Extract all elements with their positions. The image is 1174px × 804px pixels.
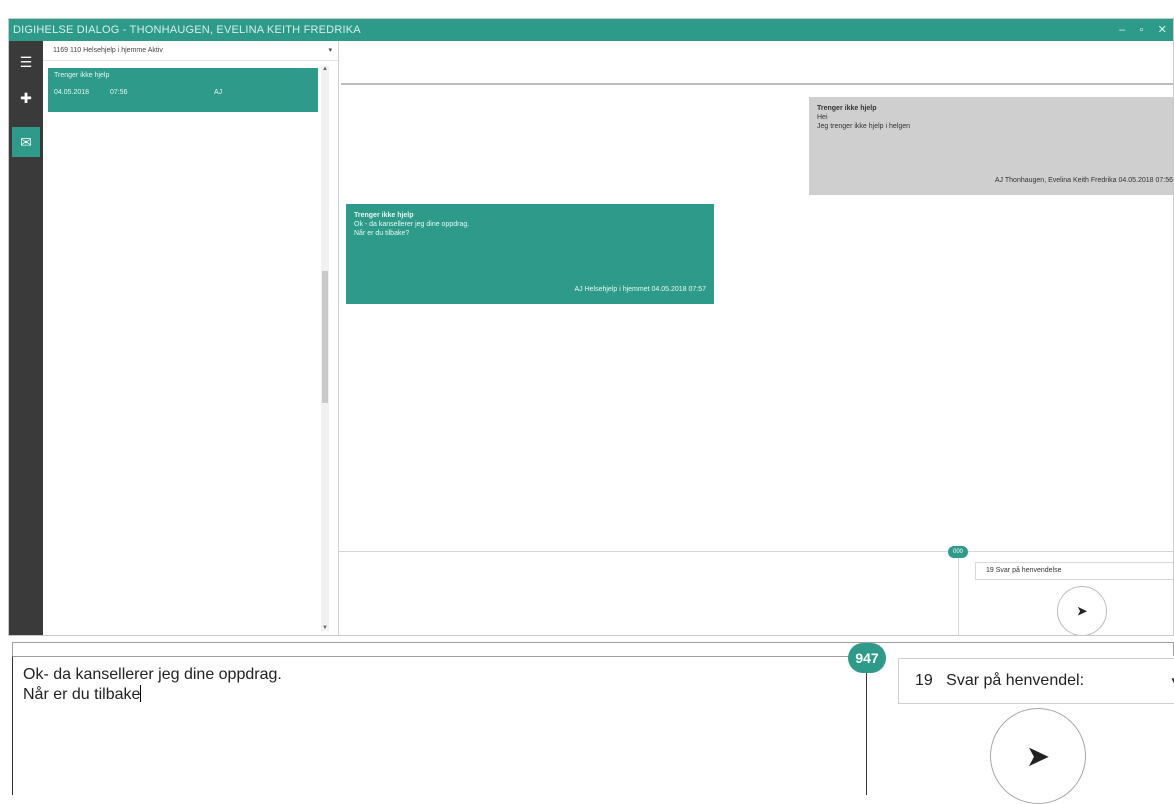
divider [12, 642, 1174, 656]
category-select-zoomed[interactable]: 19 Svar på henvendel: ▾ [898, 658, 1174, 704]
filter-value: 1169 110 Helsehjelp i hjemme Aktiv [53, 47, 163, 54]
conversation-list-item[interactable]: Trenger ikke hjelp 04.05.2018 07:56 AJ [48, 68, 318, 112]
send-button[interactable]: ➤ [1057, 586, 1107, 635]
category-number: 19 [915, 672, 933, 689]
close-icon[interactable]: ✕ [1158, 19, 1167, 41]
input-line: Når er du tilbake [23, 686, 141, 703]
conversation-title: Trenger ikke hjelp [54, 72, 110, 79]
send-icon: ➤ [1076, 604, 1088, 618]
conversation-time: 07:56 [110, 89, 128, 96]
chevron-down-icon: ▾ [328, 47, 332, 54]
category-label: Svar på henvendel: [946, 672, 1085, 689]
outgoing-message: Trenger ikke hjelp Ok - da kansellerer j… [346, 204, 714, 304]
input-line: Ok- da kansellerer jeg dine oppdrag. [23, 666, 282, 683]
list-scrollbar[interactable]: ▲ ▼ [321, 66, 329, 631]
message-input[interactable] [339, 552, 959, 635]
menu-icon[interactable]: ☰ [9, 47, 43, 77]
incoming-message: Trenger ikke hjelp Hei Jeg trenger ikke … [809, 97, 1173, 195]
character-counter: 000 [948, 546, 968, 558]
input-line-with-caret: Når er du tilbake [23, 685, 856, 705]
message-line: Ok - da kansellerer jeg dine oppdrag. [354, 221, 470, 228]
conversation-filter-select[interactable]: 1169 110 Helsehjelp i hjemme Aktiv ▾ [43, 41, 338, 61]
composer: 000 19 Svar på henvendelse ➤ [339, 546, 1173, 635]
text-caret [140, 685, 142, 702]
conversation-list-panel: 1169 110 Helsehjelp i hjemme Aktiv ▾ Tre… [43, 41, 339, 635]
scrollbar-thumb[interactable] [322, 271, 328, 403]
send-icon: ➤ [1027, 740, 1049, 771]
scroll-down-icon[interactable]: ▼ [321, 625, 329, 631]
message-line: Hei [817, 114, 828, 121]
app-window: DIGIHELSE DIALOG - THONHAUGEN, EVELINA K… [8, 18, 1174, 636]
category-select[interactable]: 19 Svar på henvendelse [975, 562, 1173, 580]
message-input-zoomed[interactable]: Ok- da kansellerer jeg dine oppdrag. Når… [12, 656, 867, 795]
messages-icon[interactable]: ✉ [12, 127, 40, 157]
send-button-zoomed[interactable]: ➤ [990, 708, 1086, 804]
message-meta: AJ Thonhaugen, Evelina Keith Fredrika 04… [994, 177, 1173, 184]
message-title: Trenger ikke hjelp [817, 105, 877, 112]
message-line: Når er du tilbake? [354, 230, 410, 237]
chat-panel: Trenger ikke hjelp Hei Jeg trenger ikke … [339, 41, 1173, 635]
divider [341, 83, 1173, 85]
scroll-up-icon[interactable]: ▲ [321, 66, 329, 72]
message-line: Jeg trenger ikke hjelp i helgen [817, 123, 911, 130]
window-title: DIGIHELSE DIALOG - THONHAUGEN, EVELINA K… [13, 24, 361, 36]
character-counter-zoomed: 947 [848, 643, 886, 673]
conversation-initials: AJ [214, 89, 223, 96]
conversation-date: 04.05.2018 [54, 89, 90, 96]
minimize-icon[interactable]: – [1119, 19, 1125, 41]
window-controls: – ▫ ✕ [1119, 19, 1167, 41]
composer-zoom-inset: Ok- da kansellerer jeg dine oppdrag. Når… [12, 642, 1174, 804]
add-icon[interactable]: ✚ [9, 83, 43, 113]
message-title: Trenger ikke hjelp [354, 212, 414, 219]
window-titlebar: DIGIHELSE DIALOG - THONHAUGEN, EVELINA K… [9, 19, 1173, 41]
message-meta: AJ Helsehjelp i hjemmet 04.05.2018 07:57 [574, 286, 706, 293]
nav-rail: ☰ ✚ ✉ [9, 41, 43, 635]
maximize-icon[interactable]: ▫ [1139, 19, 1143, 41]
